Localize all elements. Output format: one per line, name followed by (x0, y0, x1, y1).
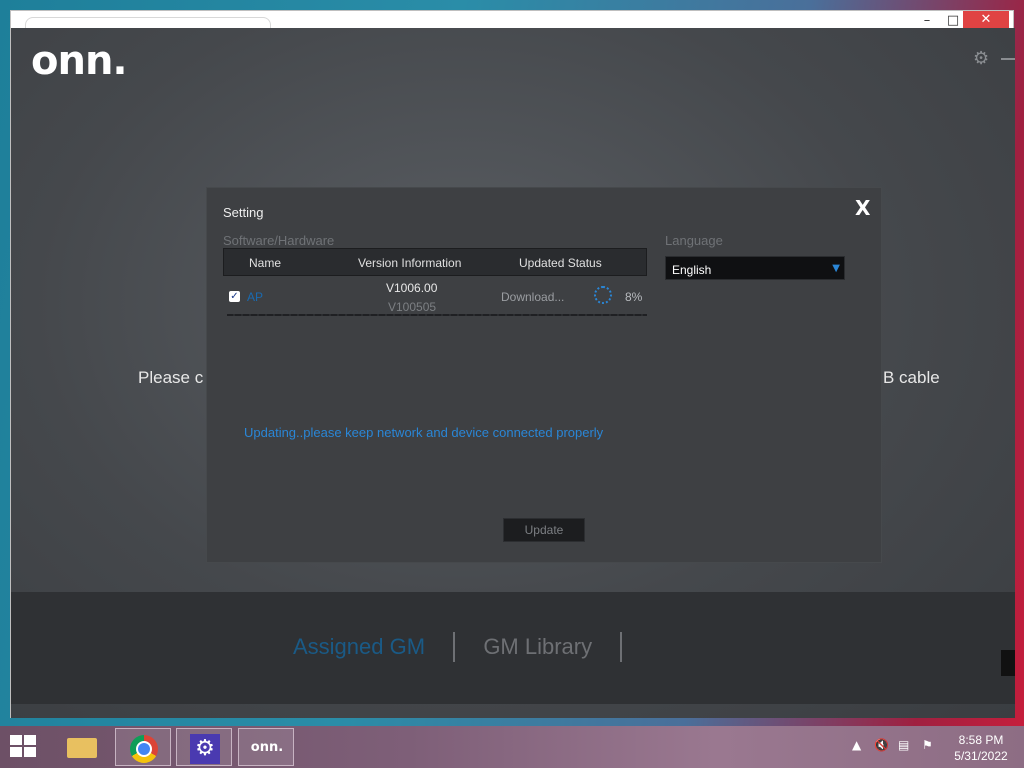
dialog-title: Setting (223, 205, 264, 220)
app-window: – □ ✕ onn. ⚙ Please c B cable Assigned G… (10, 10, 1015, 718)
onn-logo: onn. (31, 38, 128, 84)
chrome-taskbar-button[interactable] (115, 728, 171, 766)
side-panel-handle[interactable] (1001, 650, 1015, 676)
app-surface: onn. ⚙ Please c B cable Assigned GM GM L… (11, 28, 1015, 718)
onn-taskbar-button[interactable]: onn. (238, 728, 294, 766)
tab-assigned-gm[interactable]: Assigned GM (293, 634, 425, 660)
row-version-new: V1006.00 (386, 281, 438, 295)
file-explorer-icon[interactable] (54, 728, 110, 766)
nav-tabs: Assigned GM GM Library (293, 632, 644, 662)
column-header-name: Name (249, 256, 282, 270)
loading-spinner-icon (594, 286, 612, 304)
column-header-version: Version Information (358, 256, 462, 270)
onn-app-icon: onn. (250, 740, 284, 755)
show-hidden-icons-icon[interactable]: ▲ (852, 738, 861, 752)
row-progress: 8% (625, 290, 643, 304)
clock-time: 8:58 PM (958, 733, 1004, 747)
taskbar: ⚙ onn. ▲ 🔇 ▤ ⚑ 8:58 PM 5/31/2022 (0, 726, 1024, 768)
tab-separator (620, 632, 623, 662)
row-version-old: V100505 (388, 300, 437, 314)
update-button[interactable]: Update (503, 518, 585, 542)
software-section-label: Software/Hardware (223, 233, 335, 248)
volume-muted-icon[interactable]: 🔇 (874, 738, 889, 752)
table-header: Name Version Information Updated Status (223, 248, 647, 276)
table-row: ✓ AP V1006.00 V100505 Download... 8% (227, 278, 647, 314)
row-name[interactable]: AP (247, 290, 263, 304)
minimize-app-icon[interactable] (1001, 58, 1015, 60)
network-icon[interactable]: ▤ (898, 738, 909, 752)
chevron-down-icon: ▼ (832, 263, 840, 274)
update-status-message: Updating..please keep network and device… (244, 425, 604, 440)
window-titlebar: – □ ✕ (11, 11, 1013, 32)
dialog-close-button[interactable]: X (855, 196, 870, 220)
row-progress-track (227, 314, 647, 316)
action-center-flag-icon[interactable]: ⚑ (922, 738, 933, 752)
clock-date: 5/31/2022 (954, 749, 1008, 763)
taskbar-clock[interactable]: 8:58 PM 5/31/2022 (950, 732, 1012, 764)
windows-start-icon[interactable] (10, 735, 38, 759)
language-value: English (672, 263, 712, 277)
language-label: Language (665, 233, 723, 248)
settings-taskbar-button[interactable]: ⚙ (176, 728, 232, 766)
setting-dialog: Setting X Software/Hardware Name Version… (207, 188, 881, 562)
minimize-button[interactable]: – (913, 13, 941, 29)
connect-prompt-right: B cable (883, 368, 940, 387)
settings-gear-icon[interactable]: ⚙ (973, 50, 991, 68)
column-header-status: Updated Status (519, 256, 602, 270)
chrome-icon (130, 735, 158, 763)
connect-prompt-left: Please c (138, 368, 204, 387)
tab-gm-library[interactable]: GM Library (483, 634, 592, 660)
gear-icon: ⚙ (190, 734, 220, 764)
tab-separator (453, 632, 456, 662)
folder-icon (67, 738, 97, 758)
row-checkbox[interactable]: ✓ (229, 291, 240, 302)
language-select[interactable]: English ▼ (665, 256, 845, 280)
row-status: Download... (501, 290, 565, 304)
